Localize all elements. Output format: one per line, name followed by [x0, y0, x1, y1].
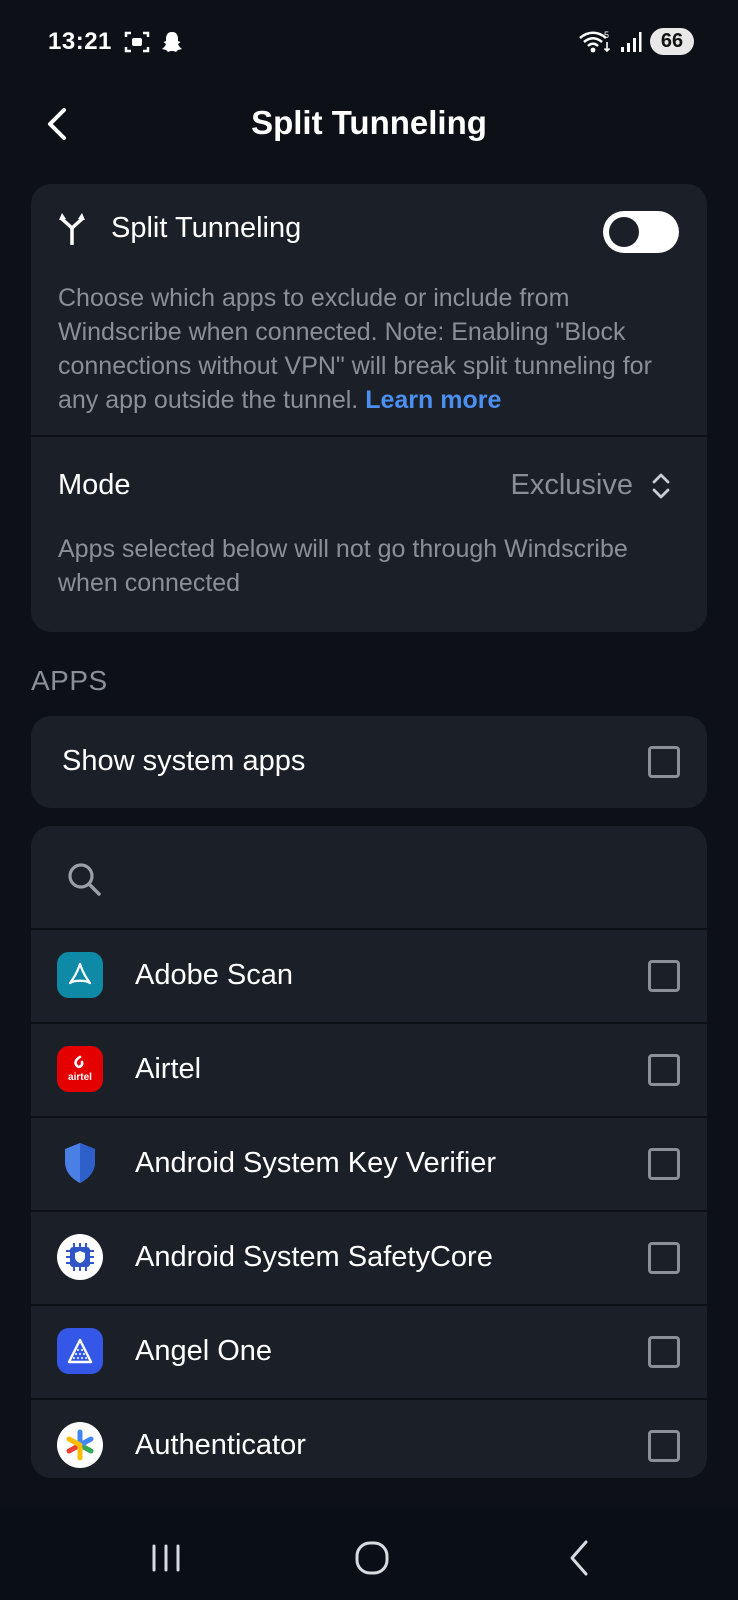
battery-indicator: 66 — [650, 28, 694, 55]
navigation-bar — [0, 1510, 738, 1600]
status-time: 13:21 — [48, 28, 112, 55]
mode-value[interactable]: Exclusive — [511, 469, 634, 502]
svg-text:airtel: airtel — [68, 1072, 92, 1083]
wifi-icon: 5 — [579, 30, 611, 52]
learn-more-link[interactable]: Learn more — [365, 386, 501, 414]
app-checkbox[interactable] — [648, 1242, 680, 1274]
chevron-up-down-icon[interactable] — [649, 471, 673, 501]
angel-one-glyph — [67, 1338, 93, 1364]
system-apps-card[interactable]: Show system apps — [31, 716, 707, 808]
adobe-scan-glyph — [68, 962, 92, 985]
home-icon — [355, 1541, 389, 1575]
adobe-scan-icon — [57, 952, 103, 998]
back-icon — [570, 1540, 588, 1576]
authenticator-glyph — [66, 1429, 94, 1461]
nav-back-button[interactable] — [556, 1534, 604, 1582]
app-row-authenticator[interactable]: Authenticator — [31, 1400, 707, 1478]
split-description-text: Choose which apps to exclude or include … — [58, 284, 652, 414]
app-name: Angel One — [135, 1335, 273, 1367]
split-tunneling-description: Choose which apps to exclude or include … — [58, 281, 683, 417]
snapchat-icon — [162, 32, 182, 52]
app-name: Adobe Scan — [135, 959, 294, 991]
app-list-card: Adobe Scan airtel Airtel Android System … — [31, 826, 707, 1478]
app-checkbox[interactable] — [648, 1054, 680, 1086]
split-tunneling-card: Split Tunneling Choose which apps to exc… — [31, 184, 707, 632]
app-checkbox[interactable] — [648, 1148, 680, 1180]
app-row-adobe-scan[interactable]: Adobe Scan — [31, 930, 707, 1022]
airtel-glyph: airtel — [68, 1055, 92, 1083]
app-row-airtel[interactable]: airtel Airtel — [31, 1024, 707, 1116]
recent-apps-icon — [152, 1544, 180, 1572]
split-icon — [59, 213, 85, 245]
app-header: Split Tunneling — [0, 92, 738, 158]
airtel-icon: airtel — [57, 1046, 103, 1092]
status-bar: 13:21 5 66 — [0, 0, 738, 88]
shield-glyph — [65, 1143, 95, 1183]
screenshot-icon — [124, 31, 150, 53]
status-icons-right: 5 66 — [578, 28, 694, 55]
app-name: Airtel — [135, 1053, 202, 1085]
mode-label: Mode — [58, 469, 131, 501]
apps-section-title: APPS — [31, 665, 108, 696]
app-row-angel-one[interactable]: Angel One — [31, 1306, 707, 1398]
shield-icon — [57, 1140, 103, 1186]
signal-icon — [621, 31, 642, 52]
app-checkbox[interactable] — [648, 960, 680, 992]
show-system-apps-checkbox[interactable] — [648, 746, 680, 778]
toggle-knob — [609, 217, 639, 247]
split-tunneling-row: Split Tunneling — [31, 184, 707, 274]
mode-description: Apps selected below will not go through … — [58, 535, 628, 597]
app-name: Android System Key Verifier — [135, 1147, 497, 1179]
search-field[interactable] — [31, 826, 707, 928]
mode-row[interactable]: Mode Exclusive Apps selected below will … — [31, 437, 707, 632]
safetycore-glyph — [66, 1243, 94, 1271]
safetycore-icon — [57, 1234, 103, 1280]
search-icon — [68, 863, 101, 896]
page-title: Split Tunneling — [251, 104, 487, 141]
split-tunneling-label: Split Tunneling — [111, 212, 302, 244]
svg-text:5: 5 — [604, 30, 609, 40]
home-button[interactable] — [348, 1534, 396, 1582]
angel-one-icon — [57, 1328, 103, 1374]
app-name: Authenticator — [135, 1429, 306, 1461]
app-checkbox[interactable] — [648, 1336, 680, 1368]
show-system-apps-label: Show system apps — [62, 745, 306, 777]
status-icons-left — [124, 30, 184, 54]
app-checkbox[interactable] — [648, 1430, 680, 1462]
app-row-android-system-safetycore[interactable]: Android System SafetyCore — [31, 1212, 707, 1304]
authenticator-icon — [57, 1422, 103, 1468]
app-row-android-system-key-verifier[interactable]: Android System Key Verifier — [31, 1118, 707, 1210]
recent-apps-button[interactable] — [142, 1534, 190, 1582]
split-tunneling-toggle[interactable] — [603, 211, 679, 253]
app-name: Android System SafetyCore — [135, 1241, 493, 1273]
